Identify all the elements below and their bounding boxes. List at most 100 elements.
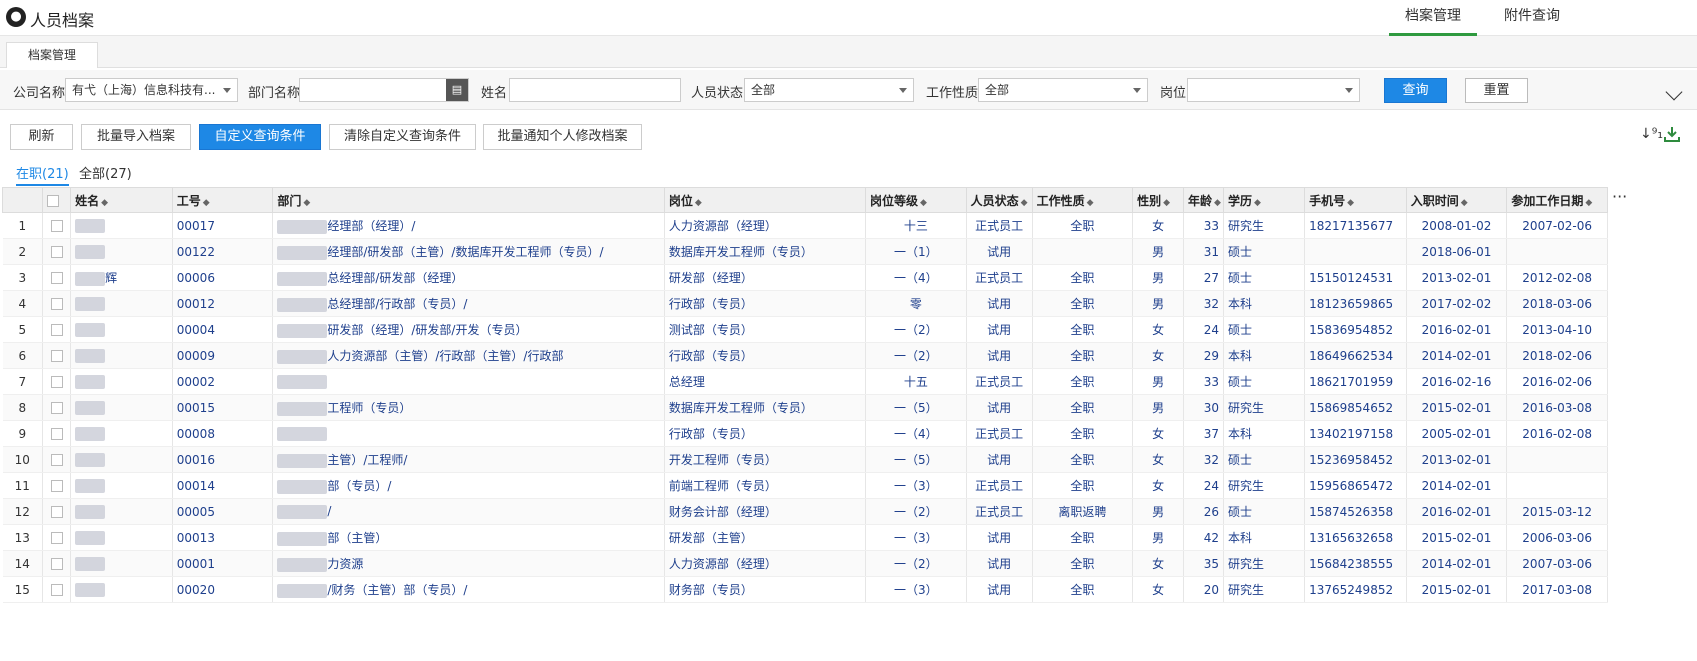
row-checkbox-cell[interactable] (42, 368, 72, 395)
sort-icon[interactable]: ↓⁹₁ (1640, 126, 1663, 142)
row-checkbox-cell[interactable] (42, 264, 72, 291)
table-row[interactable]: 7 00002 总经理 十五 正式员工 全职男 33 硕士 18621701959 2016-02… (2, 368, 1608, 395)
table-row[interactable]: 3 辉 00006 总经理部/研发部（经理） 研发部（经理） 一（4） 正式员工 全职男 27 硕… (2, 264, 1608, 291)
row-checkbox[interactable] (50, 298, 63, 310)
nav-archive-management[interactable]: 档案管理 (1389, 0, 1477, 36)
table-row[interactable]: 4 00012 总经理部/行政部（专员）/ 行政部（专员）零试用 全职男 32 本科 1812… (2, 290, 1608, 317)
custom-query-button[interactable]: 自定义查询条件 (199, 124, 321, 150)
row-checkbox-cell[interactable] (42, 498, 72, 525)
col-header[interactable]: 姓名 ◆ (70, 187, 173, 213)
table-row[interactable]: 14 00001 力资源 人力资源部（经理） 一（2） 试用 全职女 35 研究生 1568423… (2, 550, 1608, 577)
col-header[interactable]: 性别 ◆ (1132, 187, 1184, 213)
row-checkbox-cell[interactable] (42, 212, 72, 239)
tab-all[interactable]: 全部(27) (79, 163, 132, 182)
company-select[interactable]: 有弋（上海）信息科技有... (65, 78, 238, 102)
table-row[interactable]: 11 00014 部（专员）/ 前端工程师（专员） 一（3） 正式员工 全职女 24 研究生 15… (2, 472, 1608, 499)
sort-arrows-icon[interactable]: ◆ (920, 198, 927, 208)
row-checkbox-cell[interactable] (42, 446, 72, 473)
col-header[interactable]: 入职时间 ◆ (1405, 187, 1508, 213)
sort-arrows-icon[interactable]: ◆ (1214, 198, 1221, 208)
col-header[interactable]: 工作性质 ◆ (1031, 187, 1134, 213)
sort-arrows-icon[interactable]: ◆ (1021, 198, 1028, 208)
row-checkbox-cell[interactable] (42, 316, 72, 343)
sort-arrows-icon[interactable]: ◆ (303, 198, 310, 208)
tab-on-duty[interactable]: 在职(21) (16, 163, 69, 186)
row-checkbox[interactable] (50, 272, 63, 284)
col-header[interactable]: 岗位 ◆ (663, 187, 867, 213)
col-header[interactable]: 年龄 ◆ (1182, 187, 1225, 213)
row-checkbox[interactable] (50, 584, 63, 596)
row-checkbox-cell[interactable] (42, 238, 72, 265)
nature-select[interactable]: 全部 (978, 78, 1148, 102)
row-checkbox[interactable] (50, 376, 63, 388)
reset-button[interactable]: 重置 (1465, 78, 1528, 103)
cell-phone: 15150124531 (1304, 264, 1407, 291)
cell-sex: 女 (1132, 420, 1184, 447)
refresh-button[interactable]: 刷新 (10, 124, 73, 150)
row-checkbox-cell[interactable] (42, 420, 72, 447)
col-header[interactable]: 人员状态 ◆ (965, 187, 1033, 213)
query-button[interactable]: 查询 (1384, 78, 1447, 103)
dept-input[interactable]: ▤ (299, 78, 469, 102)
row-checkbox-cell[interactable] (42, 576, 72, 603)
sort-arrows-icon[interactable]: ◆ (1585, 198, 1592, 208)
col-header[interactable]: 参加工作日期 ◆ (1506, 187, 1608, 213)
cell-age: 33 (1183, 368, 1225, 395)
col-header[interactable]: 岗位等级 ◆ (865, 187, 967, 213)
table-row[interactable]: 5 00004 研发部（经理）/研发部/开发（专员） 测试部（专员） 一（2） 试用 全职女… (2, 316, 1608, 343)
row-checkbox-cell[interactable] (42, 290, 72, 317)
row-checkbox-cell[interactable] (42, 472, 72, 499)
select-all-checkbox[interactable] (47, 194, 60, 207)
status-select[interactable]: 全部 (744, 78, 914, 102)
clear-custom-query-button[interactable]: 清除自定义查询条件 (329, 124, 476, 150)
row-checkbox[interactable] (50, 454, 63, 466)
sort-arrows-icon[interactable]: ◆ (101, 198, 108, 208)
sort-arrows-icon[interactable]: ◆ (1461, 198, 1468, 208)
col-header[interactable]: 工号 ◆ (171, 187, 274, 213)
row-checkbox[interactable] (50, 558, 63, 570)
row-checkbox[interactable] (50, 220, 63, 232)
row-checkbox-cell[interactable] (42, 394, 72, 421)
table-row[interactable]: 15 00020/财务（主管）部（专员）/ 财务部（专员） 一（3） 试用 全职女 20 研究… (2, 576, 1608, 603)
table-row[interactable]: 1 00017 经理部（经理）/ 人力资源部（经理） 十三 正式员工 全职女 33 研究生 182… (2, 212, 1608, 239)
row-checkbox[interactable] (50, 350, 63, 362)
col-header[interactable]: 手机号 ◆ (1304, 187, 1407, 213)
table-row[interactable]: 13 00013 部（主管） 研发部（主管） 一（3） 试用 全职男 42 本科 13165632… (2, 524, 1608, 551)
sort-arrows-icon[interactable]: ◆ (1254, 198, 1261, 208)
cell-dept: 部（专员）/ (272, 472, 665, 499)
sort-arrows-icon[interactable]: ◆ (695, 198, 702, 208)
select-all-header[interactable] (42, 187, 72, 213)
batch-notify-button[interactable]: 批量通知个人修改档案 (483, 124, 642, 150)
row-checkbox[interactable] (50, 480, 63, 492)
nav-attachment-query[interactable]: 附件查询 (1488, 0, 1576, 36)
org-picker-icon[interactable]: ▤ (446, 79, 468, 101)
table-row[interactable]: 2 00122 经理部/研发部（主管）/数据库开发工程师（专员）/ 数据库开发工程师（… (2, 238, 1608, 265)
table-row[interactable]: 8 00015 工程师（专员） 数据库开发工程师（专员） 一（5） 试用 全职男 30 研究生 1… (2, 394, 1608, 421)
sort-arrows-icon[interactable]: ◆ (1087, 198, 1094, 208)
table-row[interactable]: 6 00009 人力资源部（主管）/行政部（主管）/行政部 行政部（专员） 一（2） 试用… (2, 342, 1608, 369)
row-checkbox[interactable] (50, 428, 63, 440)
row-checkbox-cell[interactable] (42, 550, 72, 577)
table-row[interactable]: 12 00005 / 财务会计部（经理） 一（2） 正式员工 离职返聘男 26 硕士 158745… (2, 498, 1608, 525)
sort-arrows-icon[interactable]: ◆ (1163, 198, 1170, 208)
post-select[interactable] (1187, 78, 1360, 102)
batch-import-button[interactable]: 批量导入档案 (81, 124, 191, 150)
sort-arrows-icon[interactable]: ◆ (1347, 198, 1354, 208)
row-checkbox[interactable] (50, 246, 63, 258)
row-checkbox[interactable] (50, 324, 63, 336)
sort-arrows-icon[interactable]: ◆ (203, 198, 210, 208)
tab-archive-management[interactable]: 档案管理 (6, 42, 98, 68)
row-checkbox[interactable] (50, 402, 63, 414)
row-checkbox-cell[interactable] (42, 524, 72, 551)
row-checkbox[interactable] (50, 532, 63, 544)
table-row[interactable]: 10 00016 主管）/工程师/开发工程师（专员） 一（5） 试用 全职女 32 硕士 152… (2, 446, 1608, 473)
row-checkbox[interactable] (50, 506, 63, 518)
download-icon[interactable] (1664, 126, 1680, 142)
cell-status: 正式员工 (966, 498, 1033, 525)
name-input[interactable] (509, 78, 681, 102)
row-checkbox-cell[interactable] (42, 342, 72, 369)
table-row[interactable]: 9 00008 行政部（专员） 一（4） 正式员工 全职女 37 本科 13402197158 2… (2, 420, 1608, 447)
col-header[interactable]: 学历 ◆ (1222, 187, 1306, 213)
col-header[interactable]: 部门 ◆ (272, 187, 665, 213)
more-columns-icon[interactable]: ··· (1612, 187, 1627, 206)
